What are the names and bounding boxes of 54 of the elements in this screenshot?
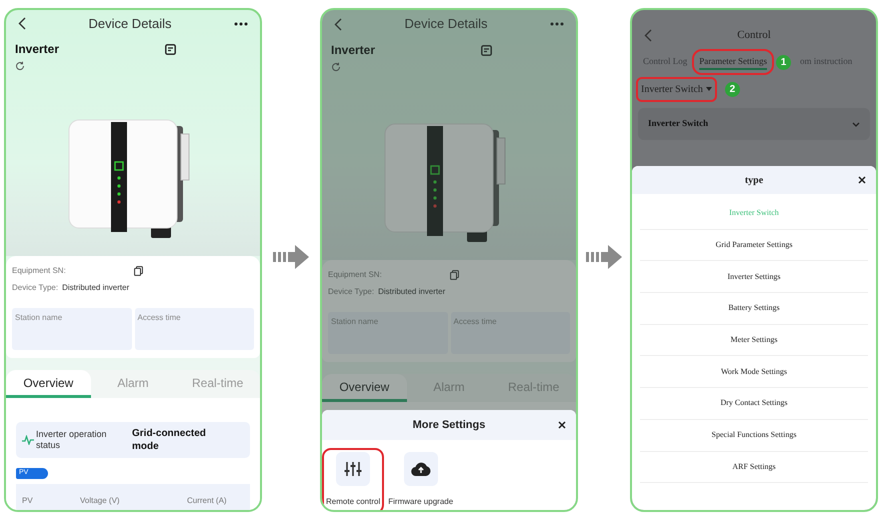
back-icon[interactable] xyxy=(334,18,342,30)
type-label: Device Type: xyxy=(328,286,374,298)
device-name: Inverter xyxy=(331,42,376,59)
close-icon[interactable] xyxy=(558,421,566,429)
sn-label: Equipment SN: xyxy=(328,269,383,281)
edit-icon[interactable] xyxy=(165,44,176,55)
close-icon[interactable] xyxy=(858,176,866,184)
type-label: Device Type: xyxy=(12,282,58,294)
column-header: Current (A) xyxy=(186,495,228,507)
tile-label: Access time xyxy=(454,316,498,328)
sliders-icon xyxy=(344,461,362,477)
option-item[interactable]: Meter Settings xyxy=(640,324,868,356)
caret-icon xyxy=(706,87,712,91)
tile-label: Access time xyxy=(138,312,182,324)
action-button[interactable]: Firmware upgrade xyxy=(388,452,454,510)
more-icon[interactable] xyxy=(234,22,248,26)
option-item[interactable]: Grid Parameter Settings xyxy=(640,230,868,262)
refresh-icon[interactable] xyxy=(15,61,25,72)
action-button[interactable]: Remote control xyxy=(326,452,380,510)
option-item[interactable]: Dry Contact Settings xyxy=(640,388,868,420)
step-arrow-icon xyxy=(586,244,622,268)
sheet-title: More Settings xyxy=(412,418,486,433)
status-value: Grid-connected mode xyxy=(132,427,207,453)
screen-title: Device Details xyxy=(87,14,173,33)
step-badge: 2 xyxy=(724,82,740,96)
tab[interactable]: Overview xyxy=(6,370,91,398)
column-header: Voltage (V) xyxy=(79,495,121,507)
step-arrow-icon xyxy=(273,244,309,268)
option-item[interactable]: Special Functions Settings xyxy=(640,420,868,452)
sn-label: Equipment SN: xyxy=(12,265,67,277)
back-icon[interactable] xyxy=(18,17,26,30)
refresh-icon[interactable] xyxy=(331,62,341,72)
option-item[interactable]: Inverter Settings xyxy=(640,261,868,294)
chevron-icon xyxy=(852,122,860,126)
screen-title: Device Details xyxy=(403,15,489,34)
option-item[interactable]: Battery Settings xyxy=(640,293,868,325)
type-value: Distributed inverter xyxy=(378,286,446,298)
pulse-icon xyxy=(22,435,34,445)
screen-title: Control xyxy=(736,28,772,43)
option-item[interactable]: ARF Settings xyxy=(640,452,868,484)
type-value: Distributed inverter xyxy=(62,282,130,294)
tile-label: Station name xyxy=(15,312,64,324)
column-header: PV xyxy=(21,495,34,507)
settings-group-header[interactable]: Inverter Switch xyxy=(638,108,870,140)
tile-label: Station name xyxy=(331,316,380,328)
option-item[interactable]: Work Mode Settings xyxy=(640,356,868,388)
device-name: Inverter xyxy=(15,41,60,58)
filter-dropdown[interactable]: Inverter Switch xyxy=(638,78,715,100)
step-badge: 1 xyxy=(776,54,791,70)
status-label: Inverter operation status xyxy=(36,429,108,451)
sheet-title: type xyxy=(744,174,764,188)
cloud-upload-icon xyxy=(410,461,431,477)
copy-icon[interactable] xyxy=(134,266,143,276)
tab[interactable]: Overview xyxy=(322,374,407,402)
